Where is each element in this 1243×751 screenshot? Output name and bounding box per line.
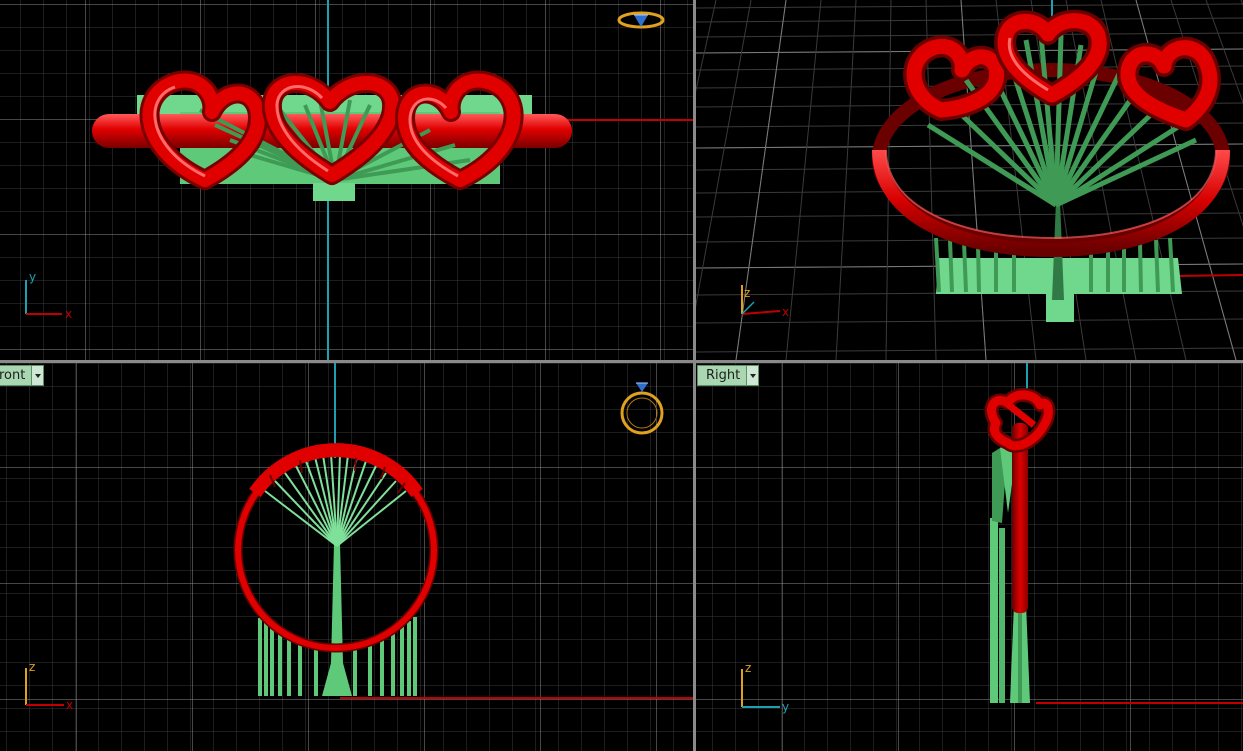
axis-label-horizontal: x [65,307,72,321]
viewport-label-right[interactable]: Right [697,365,760,386]
axis-label-vertical: z [29,660,35,674]
top-viewport[interactable]: y x [0,0,693,360]
front-viewport-canvas: z x [0,363,693,751]
grid-major [696,363,1243,751]
right-viewport-canvas: z y [696,363,1243,751]
viewport-label-text: Right [706,368,741,383]
axis-label-vertical: y [29,270,36,284]
viewport-separator-vertical[interactable] [693,0,696,751]
perspective-viewport-canvas: z x [696,0,1243,360]
x-axis-line [1175,274,1243,277]
top-viewport-canvas: y x [0,0,693,360]
axis-label-horizontal: x [66,698,73,712]
viewport-label-text: ront [0,368,26,383]
axis-label-horizontal: y [782,700,789,714]
axis-label-vertical: z [745,661,751,675]
perspective-viewport[interactable]: z x [696,0,1243,360]
front-viewport[interactable]: z x ront [0,363,693,751]
chevron-down-icon[interactable] [746,366,759,385]
chevron-down-icon[interactable] [31,366,44,385]
axis-label-vertical: z [744,286,750,300]
axis-indicator: z x [741,285,789,319]
right-viewport[interactable]: z y Right [696,363,1243,751]
viewport-separator-horizontal[interactable] [0,360,1243,363]
viewport-label-front[interactable]: ront [0,365,45,386]
axis-label-horizontal: x [782,305,789,319]
heart-center [994,9,1111,106]
